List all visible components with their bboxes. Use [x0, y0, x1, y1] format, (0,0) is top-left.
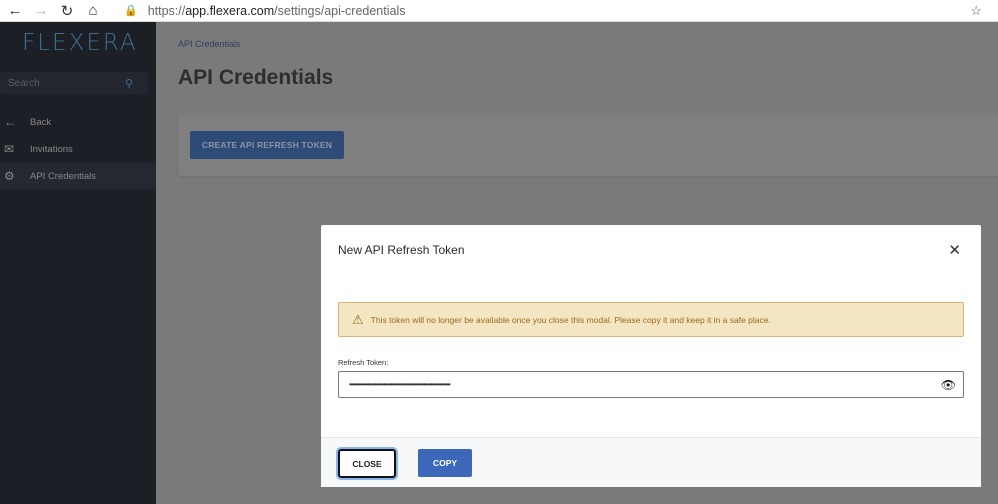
eye-icon[interactable]: 👁	[941, 378, 956, 392]
close-button[interactable]: CLOSE	[336, 447, 398, 480]
sidebar-item-label: Back	[30, 116, 52, 128]
address-bar[interactable]: 🔒 https://app.flexera.com/settings/api-c…	[124, 4, 406, 18]
sidebar-item-api-credentials[interactable]: ⚙ API Credentials	[0, 163, 156, 189]
sidebar-item-invitations[interactable]: ✉ Invitations	[0, 136, 156, 162]
url-prefix: https://	[147, 3, 186, 18]
flexera-logo: FLEXERA	[22, 30, 138, 56]
forward-arrow-icon[interactable]: →	[30, 0, 52, 22]
refresh-token-input[interactable]	[339, 380, 919, 389]
close-icon[interactable]: ✕	[948, 241, 961, 259]
warning-alert: ⚠ This token will no longer be available…	[338, 302, 964, 337]
refresh-token-label: Refresh Token:	[338, 358, 389, 367]
lock-icon: 🔒	[124, 5, 138, 17]
sidebar: FLEXERA ⚲ ← Back ✉ Invitations ⚙ API Cre…	[0, 22, 156, 504]
breadcrumb[interactable]: API Credentials	[178, 39, 241, 49]
actions-card: CREATE API REFRESH TOKEN	[178, 115, 998, 176]
back-arrow-icon[interactable]: ←	[4, 0, 26, 22]
page-title: API Credentials	[178, 66, 334, 89]
reload-icon[interactable]: ↻	[56, 0, 78, 22]
modal-title: New API Refresh Token	[338, 243, 465, 257]
envelope-icon: ✉	[4, 142, 15, 156]
alert-text: This token will no longer be available o…	[370, 314, 771, 325]
arrow-left-icon: ←	[4, 115, 16, 129]
favorite-star-icon[interactable]: ☆	[970, 3, 982, 19]
browser-toolbar: ← → ↻ ⌂ 🔒 https://app.flexera.com/settin…	[0, 0, 998, 22]
create-api-refresh-token-button[interactable]: CREATE API REFRESH TOKEN	[190, 131, 344, 159]
url-host: app.flexera.com	[185, 3, 275, 18]
sidebar-item-label: API Credentials	[30, 170, 97, 182]
warning-icon: ⚠	[352, 311, 364, 327]
new-token-modal: New API Refresh Token ✕ ⚠ This token wil…	[321, 225, 981, 487]
search-box: ⚲	[0, 72, 148, 94]
copy-button[interactable]: COPY	[418, 449, 472, 477]
refresh-token-field: 👁	[338, 371, 964, 398]
sidebar-item-label: Invitations	[30, 143, 73, 155]
search-input[interactable]	[0, 77, 125, 89]
url-path: /settings/api-credentials	[274, 3, 406, 18]
modal-footer: CLOSE COPY	[321, 437, 981, 487]
search-icon[interactable]: ⚲	[125, 77, 133, 90]
gear-icon: ⚙	[4, 169, 15, 183]
home-icon[interactable]: ⌂	[82, 0, 104, 22]
sidebar-item-back[interactable]: ← Back	[0, 109, 156, 135]
